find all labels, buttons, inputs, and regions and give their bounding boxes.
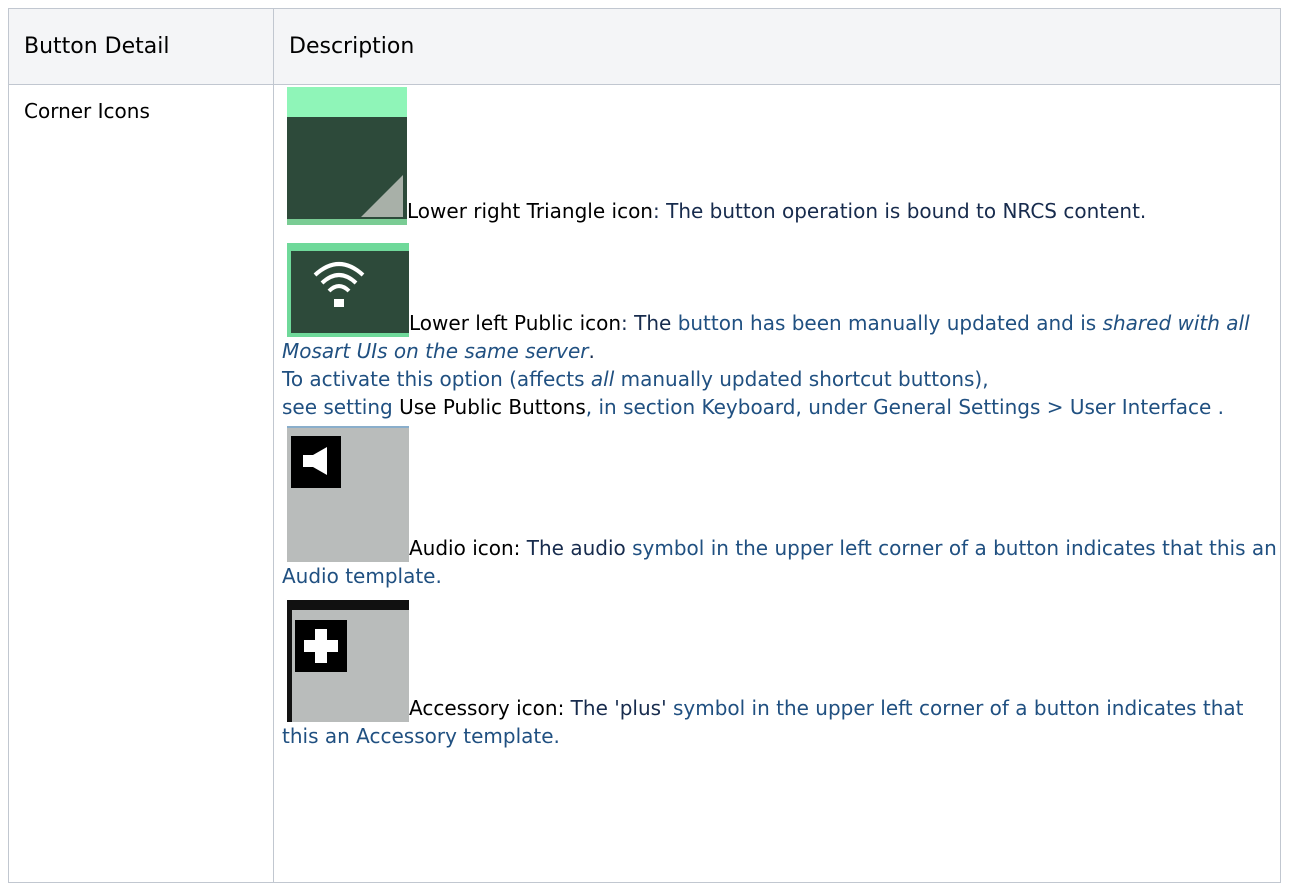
accessory-text-a: The 'plus' xyxy=(564,696,673,720)
table-header-row: Button Detail Description xyxy=(8,8,1281,85)
triangle-item: Lower right Triangle icon: The button op… xyxy=(282,85,1280,225)
public-line2-all: all xyxy=(590,367,615,391)
public-line2-b: manually updated shortcut buttons), xyxy=(614,367,989,391)
button-detail-table: Button Detail Description Corner Icons L… xyxy=(8,8,1281,883)
public-text-2: button has been manually updated and is xyxy=(677,311,1103,335)
header-description: Description xyxy=(273,8,1281,85)
audio-title: Audio icon: xyxy=(409,536,521,560)
wifi-public-icon xyxy=(287,243,409,337)
accessory-title: Accessory icon: xyxy=(409,696,565,720)
row-description: Lower right Triangle icon: The button op… xyxy=(273,84,1281,883)
header-button-detail: Button Detail xyxy=(8,8,274,85)
lower-right-triangle-icon xyxy=(287,87,407,225)
public-line2-a: To activate this option (affects xyxy=(282,367,591,391)
link-general-settings[interactable]: General Settings > User Interface xyxy=(873,395,1211,419)
public-line3-d: . xyxy=(1211,395,1225,419)
triangle-title: Lower right Triangle icon xyxy=(407,199,653,223)
setting-use-public-buttons: Use Public Buttons xyxy=(399,395,586,419)
public-item: Lower left Public icon: The button has b… xyxy=(282,235,1280,421)
public-line3-a: see setting xyxy=(282,395,400,419)
triangle-text: : The button operation is bound to NRCS … xyxy=(653,199,1147,223)
public-text-3: . xyxy=(588,339,595,363)
row-name-corner-icons: Corner Icons xyxy=(8,84,274,883)
link-keyboard[interactable]: Keyboard xyxy=(701,395,795,419)
public-line3-b: , in section xyxy=(585,395,702,419)
audio-text-a: The audio xyxy=(520,536,633,560)
audio-item: Audio icon: The audio symbol in the uppe… xyxy=(282,421,1280,590)
public-line3-c: , under xyxy=(795,395,874,419)
public-text-1: : The xyxy=(621,311,678,335)
table-row: Corner Icons Lower right Triangle icon: … xyxy=(8,84,1281,883)
plus-accessory-icon xyxy=(287,600,409,722)
public-line-2: To activate this option (affects all man… xyxy=(282,365,1280,393)
public-line-3: see setting Use Public Buttons, in secti… xyxy=(282,393,1280,421)
public-title: Lower left Public icon xyxy=(409,311,622,335)
speaker-audio-icon xyxy=(287,426,409,562)
accessory-item: Accessory icon: The 'plus' symbol in the… xyxy=(282,590,1280,750)
